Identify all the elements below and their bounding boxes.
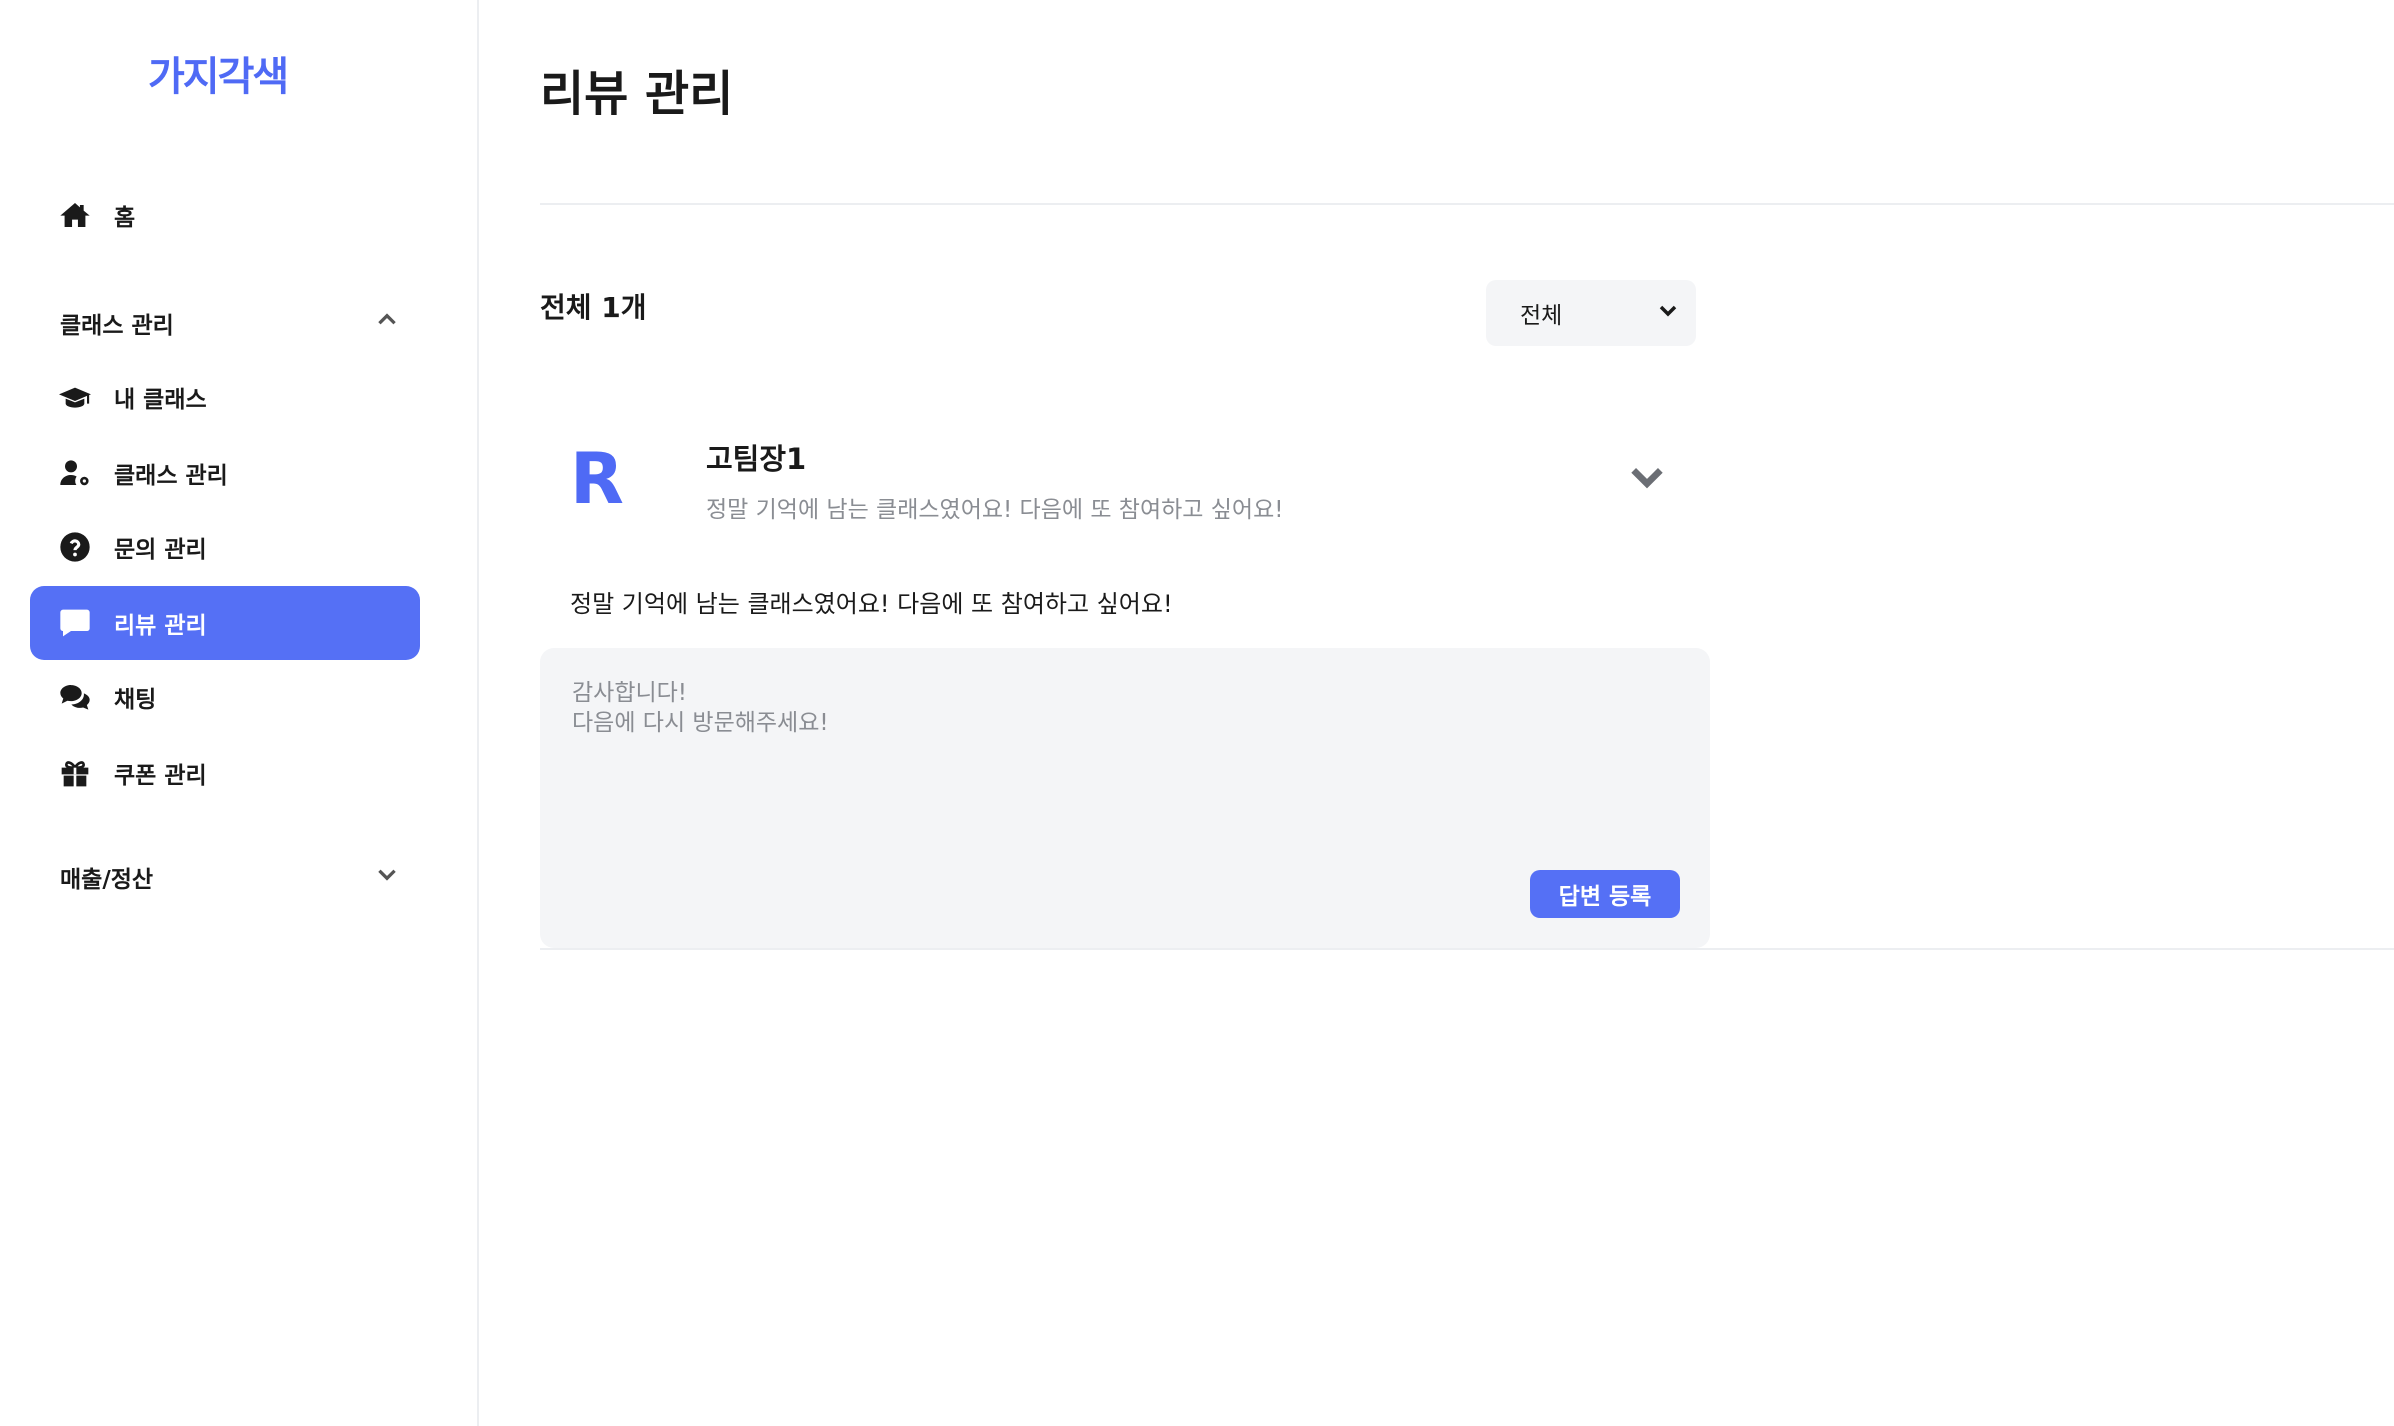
sidebar-item-inquiry[interactable]: 문의 관리	[30, 510, 420, 584]
sidebar-item-chat[interactable]: 채팅	[30, 660, 420, 734]
chevron-down-icon	[1627, 457, 1667, 501]
question-circle-icon	[58, 530, 92, 564]
chevron-down-icon	[374, 861, 400, 893]
review-preview: 정말 기억에 남는 클래스였어요! 다음에 또 참여하고 싶어요!	[706, 497, 1284, 523]
sidebar-group-sales[interactable]: 매출/정산	[60, 852, 400, 902]
comment-icon	[58, 606, 92, 640]
sidebar-item-review[interactable]: 리뷰 관리	[30, 586, 420, 660]
reply-textarea[interactable]: 감사합니다! 다음에 다시 방문해주세요! 답변 등록	[540, 648, 1710, 948]
sidebar-item-label: 문의 관리	[114, 537, 207, 563]
sidebar-item-label: 클래스 관리	[114, 463, 228, 489]
reply-text-value: 감사합니다! 다음에 다시 방문해주세요!	[572, 680, 829, 736]
filter-selected-value: 전체	[1520, 303, 1563, 329]
app-logo[interactable]: 가지각색	[148, 44, 289, 102]
review-count: 전체 1개	[540, 291, 647, 324]
sidebar-item-class-manage[interactable]: 클래스 관리	[30, 436, 420, 510]
sidebar-group-class[interactable]: 클래스 관리	[60, 298, 400, 348]
header-divider	[540, 203, 2394, 205]
user-gear-icon	[58, 456, 92, 490]
review-filter-select[interactable]: 전체	[1486, 280, 1696, 346]
sidebar: 가지각색 홈 클래스 관리 내 클래스 클래스 관리 문의 관리 리뷰 관리 채…	[0, 0, 479, 1426]
reviewer-name: 고팀장1	[706, 442, 807, 476]
review-toggle-button[interactable]	[1624, 456, 1670, 502]
avatar: R	[570, 438, 624, 520]
graduation-cap-icon	[58, 380, 92, 414]
chevron-up-icon	[374, 307, 400, 339]
sidebar-group-label: 매출/정산	[60, 867, 154, 893]
sidebar-item-coupon[interactable]: 쿠폰 관리	[30, 736, 420, 810]
home-icon	[58, 198, 92, 232]
sidebar-item-label: 홈	[114, 205, 136, 231]
sidebar-item-label: 채팅	[114, 687, 157, 713]
sidebar-item-my-class[interactable]: 내 클래스	[30, 360, 420, 434]
sidebar-item-label: 리뷰 관리	[114, 613, 207, 639]
page-title: 리뷰 관리	[540, 66, 734, 122]
sidebar-item-home[interactable]: 홈	[30, 178, 420, 252]
review-divider	[540, 948, 2394, 950]
sidebar-item-label: 쿠폰 관리	[114, 763, 207, 789]
comments-icon	[58, 680, 92, 714]
chevron-down-icon	[1656, 298, 1680, 328]
submit-reply-button[interactable]: 답변 등록	[1530, 870, 1680, 918]
sidebar-item-label: 내 클래스	[114, 387, 207, 413]
review-content: 정말 기억에 남는 클래스였어요! 다음에 또 참여하고 싶어요!	[570, 590, 1173, 618]
gift-icon	[58, 756, 92, 790]
sidebar-group-label: 클래스 관리	[60, 313, 174, 339]
